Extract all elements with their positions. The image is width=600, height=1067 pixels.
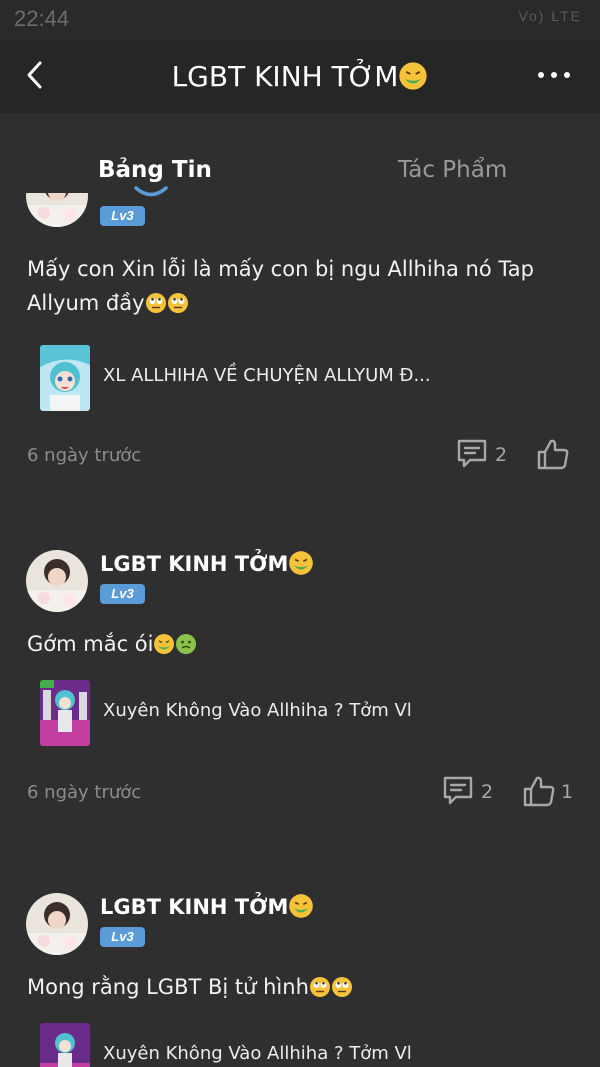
page-title: LGBT KINH TỞM xyxy=(0,60,600,93)
post-timestamp: 6 ngày trước xyxy=(27,782,142,803)
nauseated-face-icon xyxy=(154,634,175,654)
work-cover-icon xyxy=(40,680,90,746)
post-content-text: Gớm mắc ói xyxy=(27,632,154,656)
top-app-bar: LGBT KINH TỞM xyxy=(0,40,600,113)
comment-count: 2 xyxy=(481,781,494,803)
avatar[interactable] xyxy=(26,893,88,955)
nauseated-face-icon xyxy=(289,551,314,575)
avatar[interactable] xyxy=(26,193,88,227)
attached-work-title: Xuyên Không Vào Allhiha ? Tởm Vl xyxy=(103,1043,412,1064)
avatar-image-icon xyxy=(26,193,88,227)
status-bar: 22:44 Vo) LTE xyxy=(0,0,600,40)
level-badge: Lv3 xyxy=(100,584,145,604)
page-title-text: LGBT KINH TỞM xyxy=(171,60,399,93)
work-thumbnail xyxy=(40,345,90,411)
post-item: LGBT KINH TỞM Lv3 Gớm mắc ói Xuyên Không… xyxy=(0,550,600,850)
post-timestamp: 6 ngày trước xyxy=(27,445,142,466)
avatar-image-icon xyxy=(26,550,88,612)
attached-work-title: Xuyên Không Vào Allhiha ? Tởm Vl xyxy=(103,700,412,721)
post-content-text: Mấy con Xin lỗi là mấy con bị ngu Allhih… xyxy=(27,257,534,315)
attached-work-title: XL ALLHIHA VỀ CHUYỆN ALLYUM Đ... xyxy=(103,365,431,386)
post-author[interactable]: LGBT KINH TỞM xyxy=(100,550,314,576)
rolling-eyes-icon xyxy=(145,293,166,313)
rolling-eyes-icon xyxy=(331,977,352,997)
comment-count: 2 xyxy=(495,444,508,466)
sick-face-icon xyxy=(176,634,197,654)
post-content: Gớm mắc ói xyxy=(27,627,567,661)
work-thumbnail xyxy=(40,1023,90,1067)
post-author-name: LGBT KINH TỞM xyxy=(100,895,289,919)
thumbs-up-icon[interactable] xyxy=(522,774,556,808)
signal-indicator: Vo) LTE xyxy=(518,8,582,24)
avatar-image-icon xyxy=(26,893,88,955)
attached-work-card[interactable]: Xuyên Không Vào Allhiha ? Tởm Vl xyxy=(40,680,560,746)
rolling-eyes-icon xyxy=(167,293,188,313)
status-time: 22:44 xyxy=(14,6,70,31)
more-horizontal-icon xyxy=(538,72,570,78)
comment-icon[interactable] xyxy=(442,775,474,807)
comment-icon[interactable] xyxy=(456,438,488,470)
avatar[interactable] xyxy=(26,550,88,612)
post-content: Mong rằng LGBT Bị tử hình xyxy=(27,970,567,1004)
attached-work-card[interactable]: XL ALLHIHA VỀ CHUYỆN ALLYUM Đ... xyxy=(40,345,560,411)
tab-bar: Bảng Tin Tác Phẩm xyxy=(0,113,600,193)
post-item: Lv3 Mấy con Xin lỗi là mấy con bị ngu Al… xyxy=(0,193,600,533)
nauseated-face-icon xyxy=(289,894,314,918)
post-author[interactable]: LGBT KINH TỞM xyxy=(100,893,314,919)
like-count: 1 xyxy=(561,781,574,803)
thumbs-up-icon[interactable] xyxy=(536,437,570,471)
rolling-eyes-icon xyxy=(309,977,330,997)
post-content-text: Mong rằng LGBT Bị tử hình xyxy=(27,975,309,999)
post-content: Mấy con Xin lỗi là mấy con bị ngu Allhih… xyxy=(27,252,567,320)
post-author-name: LGBT KINH TỞM xyxy=(100,552,289,576)
more-options-button[interactable] xyxy=(536,62,576,88)
tab-tac-pham[interactable]: Tác Phẩm xyxy=(398,157,507,183)
work-cover-icon xyxy=(40,1023,90,1067)
level-badge: Lv3 xyxy=(100,927,145,947)
nauseated-face-icon xyxy=(399,62,428,90)
work-thumbnail xyxy=(40,680,90,746)
tab-bang-tin[interactable]: Bảng Tin xyxy=(98,157,212,183)
post-feed[interactable]: Lv3 Mấy con Xin lỗi là mấy con bị ngu Al… xyxy=(0,193,600,1067)
post-item: LGBT KINH TỞM Lv3 Mong rằng LGBT Bị tử h… xyxy=(0,893,600,1067)
work-cover-icon xyxy=(40,345,90,411)
attached-work-card[interactable]: Xuyên Không Vào Allhiha ? Tởm Vl xyxy=(40,1023,560,1067)
level-badge: Lv3 xyxy=(100,206,145,226)
